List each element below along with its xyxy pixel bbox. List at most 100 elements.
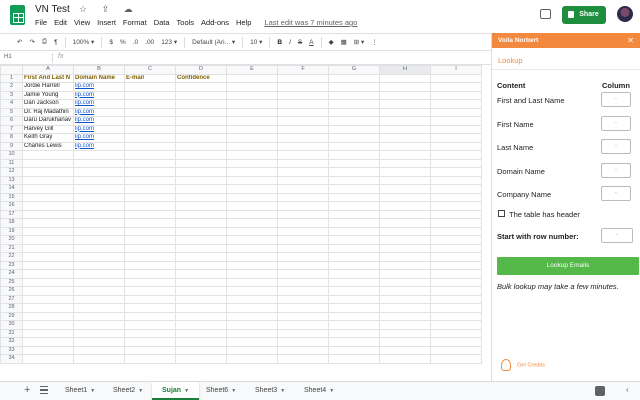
row-header[interactable]: 17	[0, 209, 23, 219]
cell[interactable]: Daru Darukhanav	[22, 116, 74, 126]
cell[interactable]	[175, 124, 227, 134]
cell[interactable]	[328, 107, 380, 117]
cell[interactable]	[277, 345, 329, 355]
row-header[interactable]: 10	[0, 150, 23, 160]
row-header[interactable]: 20	[0, 235, 23, 245]
cell[interactable]	[430, 311, 482, 321]
cell[interactable]	[124, 345, 176, 355]
cell[interactable]	[175, 252, 227, 262]
cell[interactable]	[277, 277, 329, 287]
row-header[interactable]: 5	[0, 107, 23, 117]
row-header[interactable]: 6	[0, 116, 23, 126]
cell[interactable]	[175, 337, 227, 347]
cell[interactable]	[124, 218, 176, 228]
cell[interactable]	[277, 82, 329, 92]
sheets-logo-icon[interactable]	[10, 5, 25, 25]
undo-icon[interactable]: ↶	[17, 38, 22, 46]
increase-decimal-button[interactable]: .00	[145, 39, 154, 46]
first-name-column-select[interactable]: -	[601, 116, 631, 131]
row-header[interactable]: 22	[0, 252, 23, 262]
chevron-down-icon[interactable]: ▼	[329, 388, 334, 394]
cell[interactable]	[124, 158, 176, 168]
cell[interactable]	[73, 184, 125, 194]
cell[interactable]	[73, 150, 125, 160]
cell[interactable]	[124, 277, 176, 287]
get-credits-link[interactable]: Get Credits	[501, 359, 545, 371]
row-header[interactable]: 29	[0, 311, 23, 321]
row-header[interactable]: 28	[0, 303, 23, 313]
cell[interactable]	[124, 226, 176, 236]
cell[interactable]	[73, 277, 125, 287]
spreadsheet-grid[interactable]: ABCDEFGHI 1 First And Last N Domain Name E-…	[0, 65, 491, 381]
cell[interactable]	[175, 286, 227, 296]
cell[interactable]	[430, 337, 482, 347]
cell[interactable]	[277, 192, 329, 202]
cell[interactable]	[277, 209, 329, 219]
cell[interactable]	[430, 269, 482, 279]
cell[interactable]	[430, 235, 482, 245]
cell[interactable]	[430, 90, 482, 100]
cell[interactable]	[175, 175, 227, 185]
column-header-d[interactable]: D	[175, 65, 227, 75]
cell[interactable]	[328, 209, 380, 219]
font-select[interactable]: Default (Ari... ▾	[192, 38, 235, 46]
cell[interactable]	[430, 277, 482, 287]
cell[interactable]	[277, 158, 329, 168]
cell[interactable]	[73, 354, 125, 364]
row-header[interactable]: 26	[0, 286, 23, 296]
cell[interactable]	[73, 235, 125, 245]
chevron-down-icon[interactable]: ▼	[231, 388, 236, 394]
cell[interactable]	[328, 175, 380, 185]
borders-icon[interactable]: ▦	[341, 38, 347, 46]
cell[interactable]	[328, 286, 380, 296]
last-edit-link[interactable]: Last edit was 7 minutes ago	[264, 18, 357, 27]
cell[interactable]	[379, 124, 431, 134]
cell[interactable]	[73, 201, 125, 211]
cell[interactable]	[328, 133, 380, 143]
print-icon[interactable]: ⎙	[42, 38, 47, 46]
add-sheet-button[interactable]: +	[24, 384, 30, 396]
fill-color-icon[interactable]: ◆	[329, 38, 334, 46]
row-header[interactable]: 23	[0, 260, 23, 270]
cell[interactable]	[226, 345, 278, 355]
cell[interactable]	[73, 260, 125, 270]
row-header[interactable]: 4	[0, 99, 23, 109]
row-header[interactable]: 21	[0, 243, 23, 253]
cell[interactable]	[22, 328, 74, 338]
font-size-select[interactable]: 10 ▾	[250, 38, 262, 46]
cell[interactable]	[430, 345, 482, 355]
row-header[interactable]: 16	[0, 201, 23, 211]
cell[interactable]	[175, 260, 227, 270]
cell[interactable]	[22, 175, 74, 185]
cell[interactable]	[226, 141, 278, 151]
cell[interactable]	[73, 175, 125, 185]
row-header[interactable]: 8	[0, 133, 23, 143]
chevron-down-icon[interactable]: ▼	[138, 388, 143, 394]
column-header-g[interactable]: G	[328, 65, 380, 75]
cell[interactable]	[379, 184, 431, 194]
cell[interactable]	[430, 107, 482, 117]
sheet-tab-sheet4[interactable]: Sheet4 ▼	[294, 382, 344, 400]
collapse-icon[interactable]: ‹	[626, 385, 629, 394]
cell[interactable]	[175, 226, 227, 236]
paint-format-icon[interactable]: ¶	[54, 39, 58, 46]
cell[interactable]: Jamie Young	[22, 90, 74, 100]
cell[interactable]: E-mail	[124, 73, 176, 83]
cell[interactable]	[124, 260, 176, 270]
cell[interactable]	[124, 209, 176, 219]
cell[interactable]	[124, 252, 176, 262]
cell[interactable]	[430, 184, 482, 194]
cell[interactable]	[226, 116, 278, 126]
cell[interactable]	[430, 175, 482, 185]
cell[interactable]	[277, 354, 329, 364]
cell[interactable]	[277, 294, 329, 304]
cell[interactable]: Confidence	[175, 73, 227, 83]
close-icon[interactable]: ✕	[627, 33, 634, 48]
cell[interactable]	[328, 337, 380, 347]
cell[interactable]	[22, 201, 74, 211]
cell[interactable]	[328, 345, 380, 355]
share-button[interactable]: Share	[562, 6, 606, 24]
row-header[interactable]: 14	[0, 184, 23, 194]
cell[interactable]	[379, 192, 431, 202]
cell[interactable]	[379, 328, 431, 338]
